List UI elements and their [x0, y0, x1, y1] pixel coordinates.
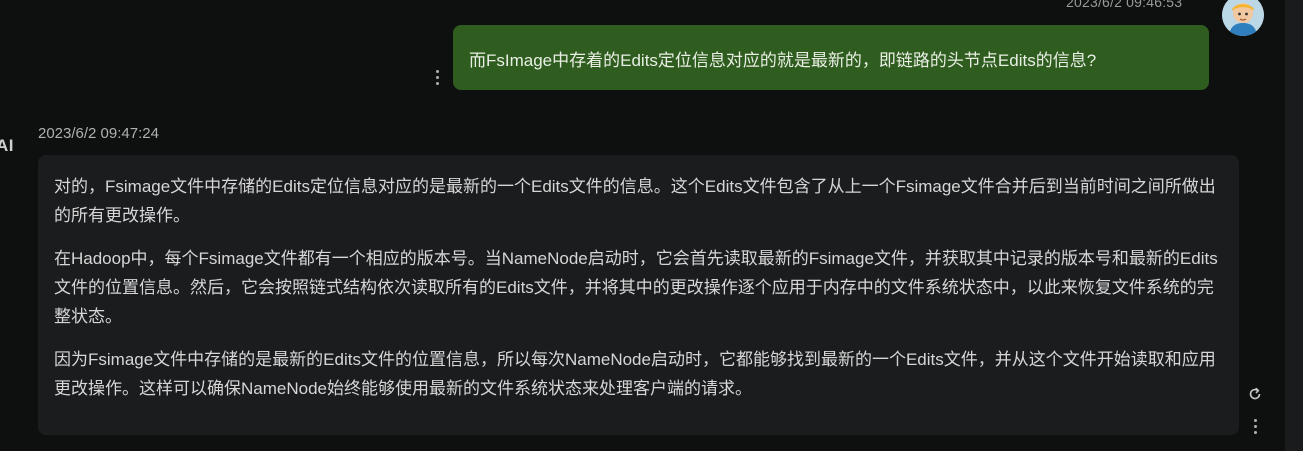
ai-message-more-options-icon[interactable]: [1248, 419, 1262, 441]
ai-sender-label: AI: [0, 136, 14, 155]
user-message-bubble: 而FsImage中存着的Edits定位信息对应的就是最新的，即链路的头节点Edi…: [453, 25, 1209, 90]
ai-message-paragraph: 对的，Fsimage文件中存储的Edits定位信息对应的是最新的一个Edits文…: [54, 177, 1216, 225]
avatar-image: [1222, 0, 1264, 36]
chat-view: 2023/6/2 09:46:53 而FsImage中存着的Edits定位信息对…: [0, 0, 1303, 451]
scrollbar-track[interactable]: [1285, 0, 1303, 451]
user-avatar: [1222, 0, 1264, 36]
ai-message-paragraph: 因为Fsimage文件中存储的是最新的Edits文件的位置信息，所以每次Name…: [54, 350, 1216, 398]
ai-message-timestamp: 2023/6/2 09:47:24: [38, 125, 159, 142]
ai-message-bubble: 对的，Fsimage文件中存储的Edits定位信息对应的是最新的一个Edits文…: [38, 155, 1239, 435]
user-message-more-options-icon[interactable]: [430, 70, 444, 92]
user-message-text: 而FsImage中存着的Edits定位信息对应的就是最新的，即链路的头节点Edi…: [469, 51, 1097, 70]
user-message-timestamp: 2023/6/2 09:46:53: [1066, 0, 1183, 10]
ai-message-paragraph: 在Hadoop中，每个Fsimage文件都有一个相应的版本号。当NameNode…: [54, 249, 1218, 326]
refresh-icon[interactable]: [1246, 385, 1264, 403]
